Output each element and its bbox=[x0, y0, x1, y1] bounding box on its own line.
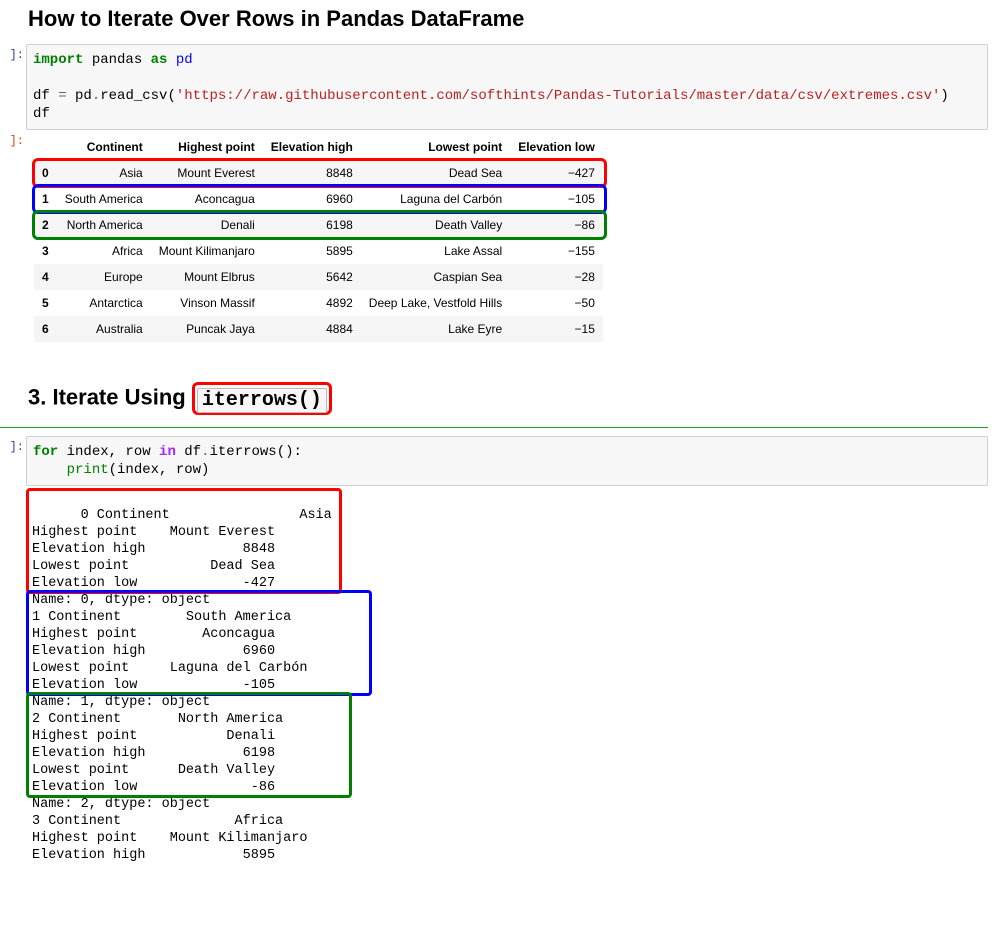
code-block-1[interactable]: import pandas as pd df = pd.read_csv('ht… bbox=[26, 44, 988, 130]
table-row: 6AustraliaPuncak Jaya4884Lake Eyre−15 bbox=[34, 316, 603, 342]
page-title: How to Iterate Over Rows in Pandas DataF… bbox=[28, 6, 988, 32]
table-row: 3AfricaMount Kilimanjaro5895Lake Assal−1… bbox=[34, 238, 603, 264]
dataframe-table: ContinentHighest pointElevation highLowe… bbox=[34, 134, 603, 342]
output-cell-1: ]: ContinentHighest pointElevation highL… bbox=[0, 130, 988, 346]
highlight-iterrows-red: iterrows() bbox=[192, 382, 332, 415]
in-prompt-2: ]: bbox=[0, 436, 26, 486]
out-prompt-2-blank bbox=[0, 486, 26, 932]
column-header: Elevation high bbox=[263, 134, 361, 160]
column-header: Highest point bbox=[151, 134, 263, 160]
dataframe-output: ContinentHighest pointElevation highLowe… bbox=[26, 130, 988, 346]
code-cell-2: ]: for index, row in df.iterrows(): prin… bbox=[0, 436, 988, 486]
table-row: 5AntarcticaVinson Massif4892Deep Lake, V… bbox=[34, 290, 603, 316]
table-row: 2North AmericaDenali6198Death Valley−86 bbox=[34, 212, 603, 238]
output-cell-2: 0 Continent Asia Highest point Mount Eve… bbox=[0, 486, 988, 932]
table-row: 0AsiaMount Everest8848Dead Sea−427 bbox=[34, 160, 603, 186]
in-prompt-1: ]: bbox=[0, 44, 26, 130]
iterrows-text-output: 0 Continent Asia Highest point Mount Eve… bbox=[26, 486, 988, 932]
table-row: 4EuropeMount Elbrus5642Caspian Sea−28 bbox=[34, 264, 603, 290]
table-row: 1South AmericaAconcagua6960Laguna del Ca… bbox=[34, 186, 603, 212]
code-block-2[interactable]: for index, row in df.iterrows(): print(i… bbox=[26, 436, 988, 486]
section-heading-iterrows: 3. Iterate Using iterrows() bbox=[28, 382, 988, 415]
iterrows-code: iterrows() bbox=[197, 388, 327, 413]
code-cell-1: ]: import pandas as pd df = pd.read_csv(… bbox=[0, 44, 988, 130]
column-header: Continent bbox=[57, 134, 151, 160]
column-header: Lowest point bbox=[361, 134, 510, 160]
section-divider bbox=[0, 427, 988, 428]
out-prompt-1: ]: bbox=[0, 130, 26, 346]
column-header: Elevation low bbox=[510, 134, 603, 160]
